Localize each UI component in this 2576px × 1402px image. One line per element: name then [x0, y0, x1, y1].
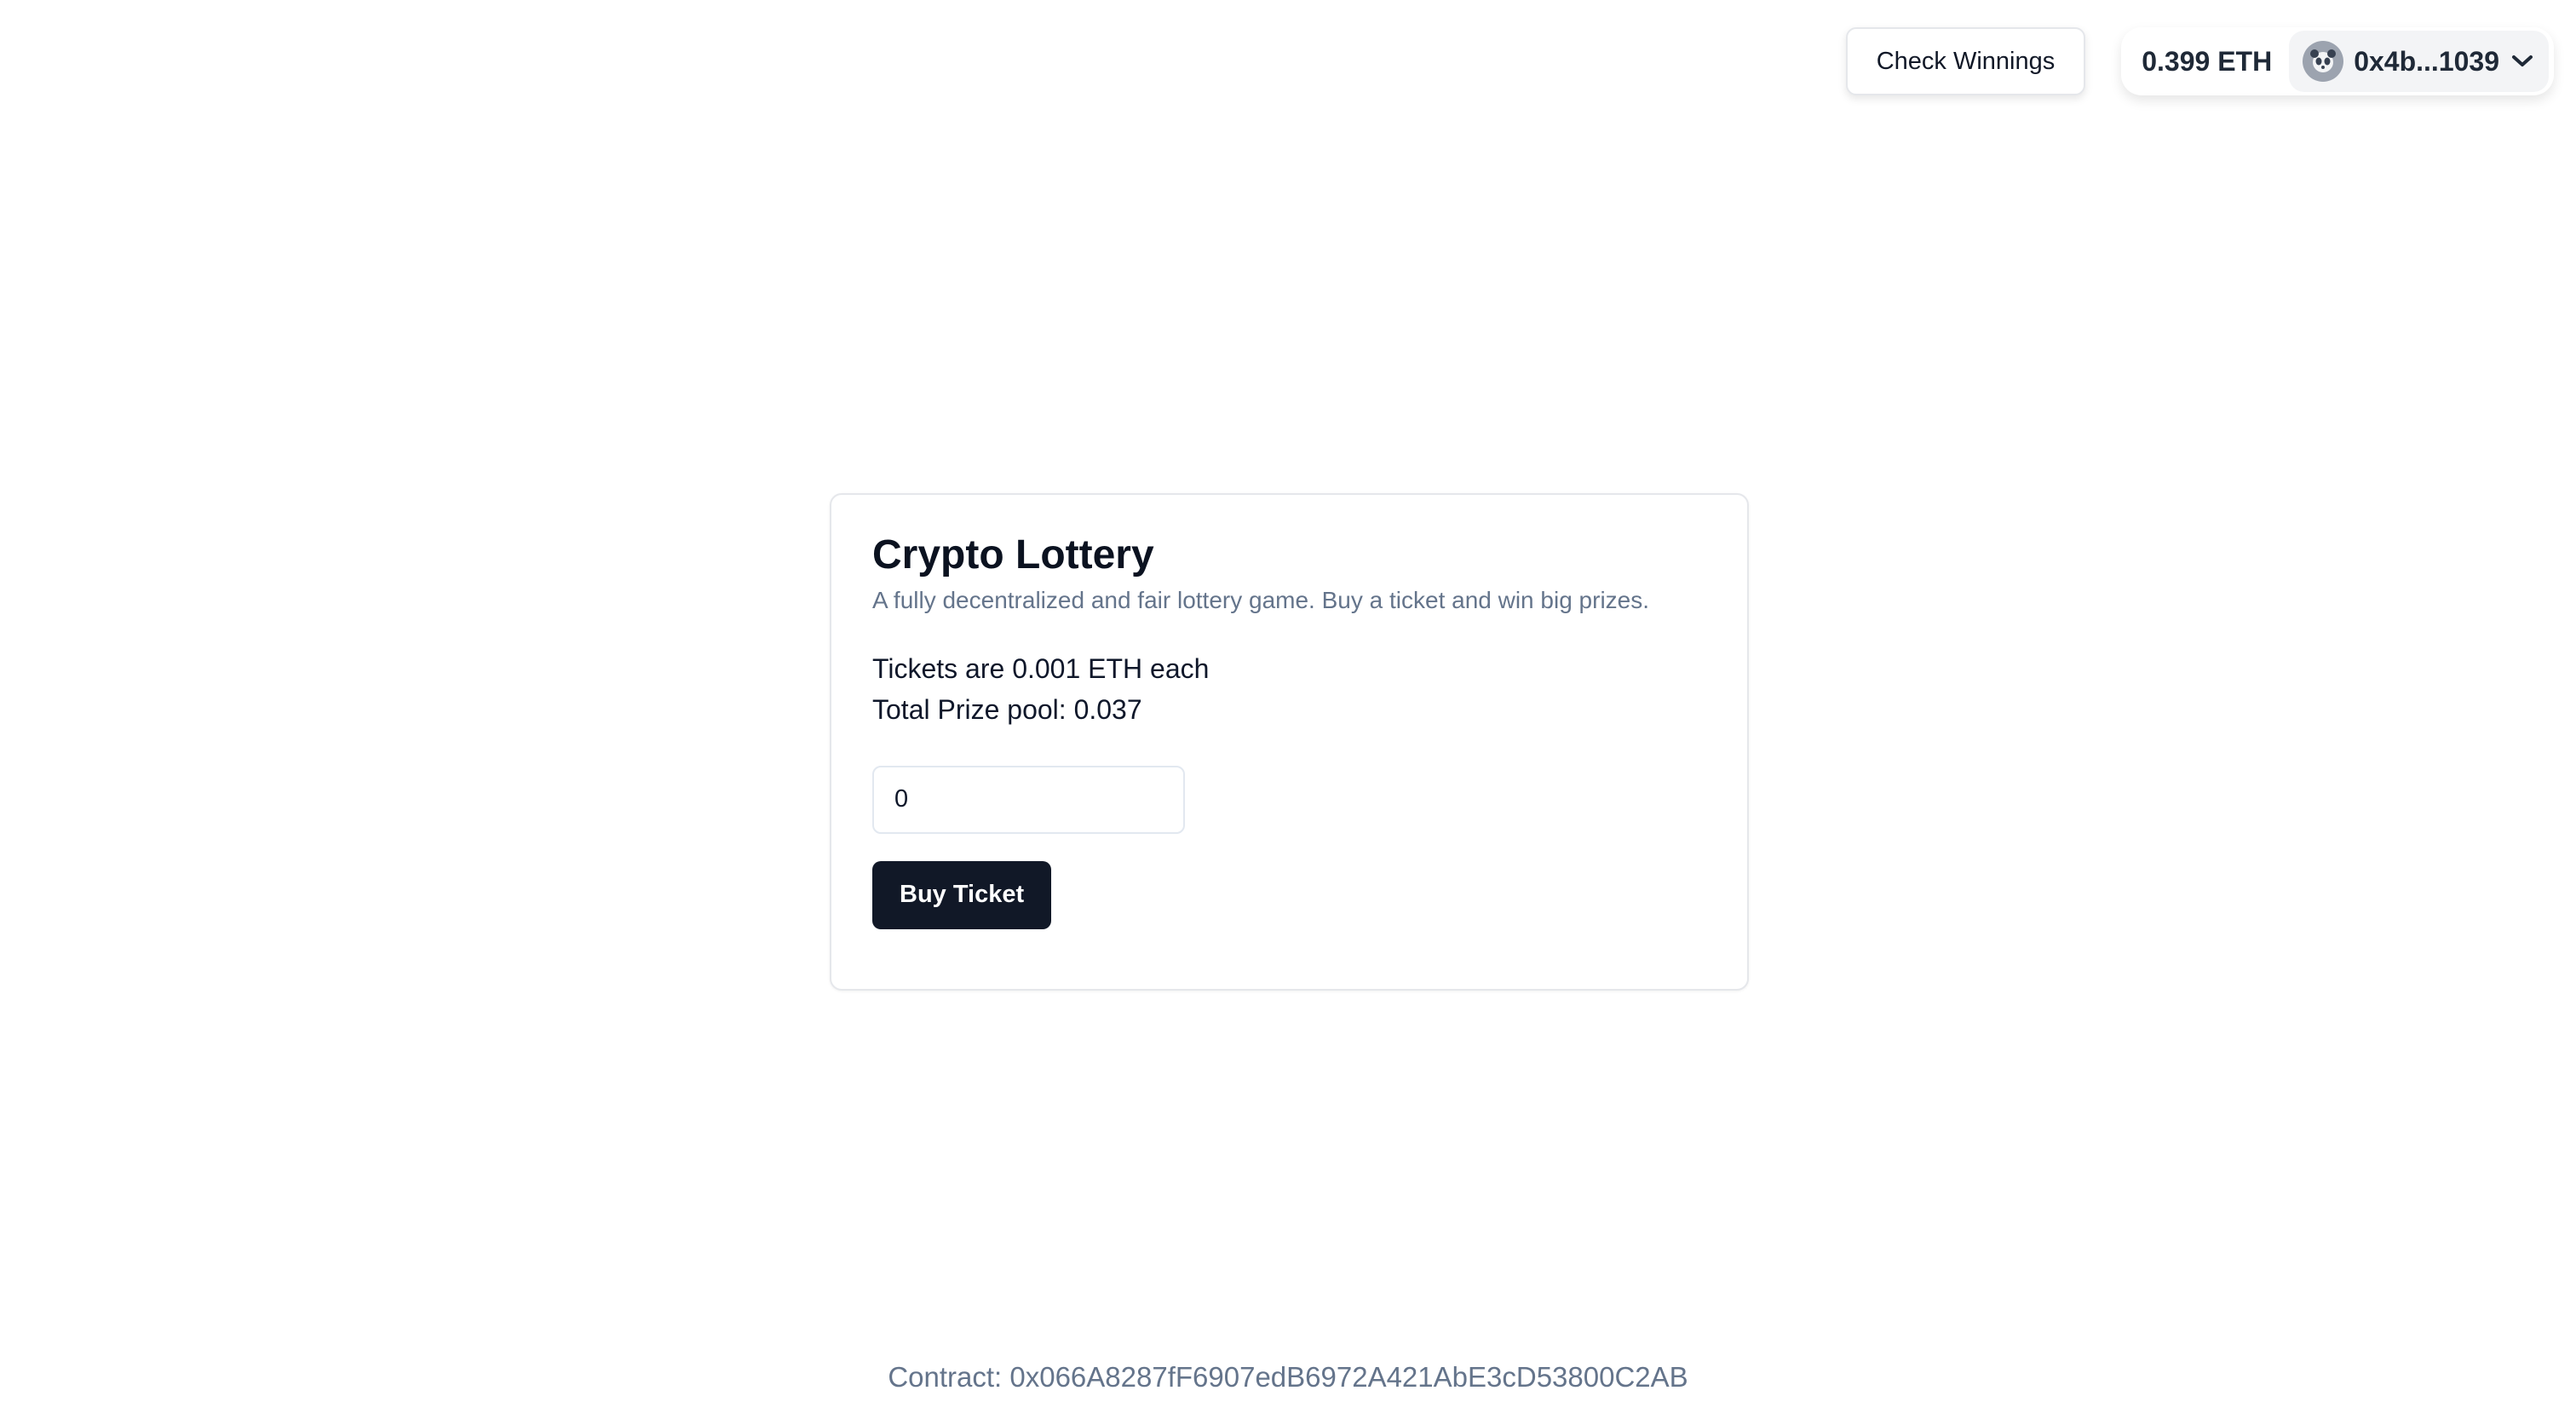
ticket-quantity-input[interactable]	[872, 765, 1185, 834]
contract-address: Contract: 0x066A8287fF6907edB6972A421AbE…	[888, 1361, 1688, 1393]
prize-pool: Total Prize pool: 0.037	[872, 693, 1142, 725]
wallet-address: 0x4b...1039	[2354, 45, 2499, 77]
card-description: A fully decentralized and fair lottery g…	[872, 586, 1650, 613]
wallet-balance: 0.399 ETH	[2142, 45, 2273, 77]
ticket-price: Tickets are 0.001 ETH each	[872, 652, 1210, 684]
account-button[interactable]: 0x4b...1039	[2289, 31, 2549, 92]
chevron-down-icon	[2510, 49, 2535, 74]
header-actions: Check Winnings 0.399 ETH 0x4b...1039	[1845, 27, 2554, 95]
wallet-widget: 0.399 ETH 0x4b...1039	[2121, 27, 2554, 95]
page: Check Winnings 0.399 ETH 0x4b...1039 Cry…	[0, 0, 2576, 1402]
lottery-info: Tickets are 0.001 ETH each Total Prize p…	[872, 648, 1706, 730]
card-title: Crypto Lottery	[872, 532, 1154, 577]
buy-ticket-button[interactable]: Buy Ticket	[872, 860, 1052, 929]
lottery-card: Crypto Lottery A fully decentralized and…	[830, 493, 1749, 991]
check-winnings-button[interactable]: Check Winnings	[1845, 27, 2086, 95]
panda-avatar-icon	[2303, 41, 2344, 82]
